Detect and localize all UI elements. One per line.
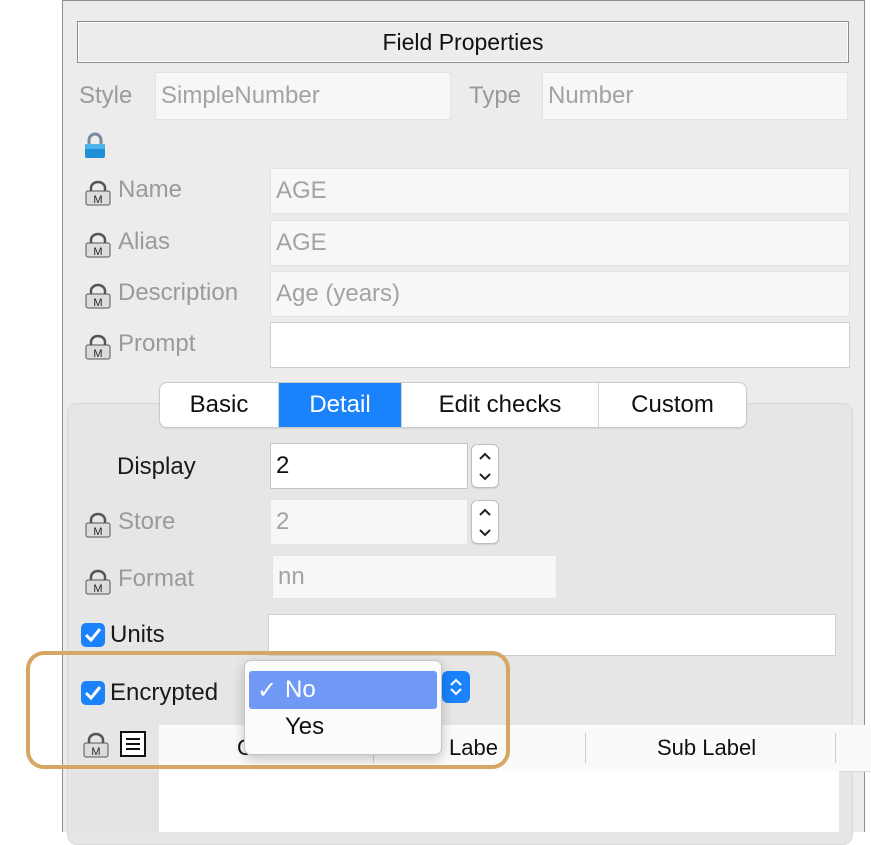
values-table-gutter: [71, 771, 159, 832]
store-stepper[interactable]: [471, 500, 499, 544]
svg-text:M: M: [93, 194, 102, 206]
values-table-body[interactable]: [159, 771, 839, 832]
name-label: Name: [118, 176, 183, 203]
column-separator[interactable]: [835, 733, 836, 763]
column-separator[interactable]: [585, 733, 586, 763]
description-label: Description: [118, 279, 239, 306]
mandatory-lock-icon[interactable]: M: [83, 179, 113, 207]
display-label: Display: [117, 453, 196, 480]
tab-basic[interactable]: Basic: [160, 383, 279, 427]
prompt-label: Prompt: [118, 330, 196, 357]
stepper-down-icon[interactable]: [472, 466, 498, 487]
description-field: Age (years): [270, 271, 850, 317]
prompt-field[interactable]: [270, 322, 850, 368]
name-field: AGE: [270, 168, 850, 214]
style-value: SimpleNumber: [161, 82, 320, 109]
type-label: Type: [469, 82, 522, 109]
mandatory-lock-icon[interactable]: M: [83, 568, 113, 596]
svg-text:M: M: [93, 583, 102, 595]
stepper-up-icon[interactable]: [472, 501, 498, 522]
store-input: 2: [270, 499, 468, 545]
mandatory-lock-icon[interactable]: M: [83, 333, 113, 361]
alias-label: Alias: [118, 228, 171, 255]
stepper-up-icon[interactable]: [472, 445, 498, 466]
svg-text:M: M: [93, 348, 102, 360]
tab-edit-checks[interactable]: Edit checks: [402, 383, 599, 427]
mandatory-lock-icon[interactable]: M: [83, 282, 113, 310]
description-value: Age (years): [276, 280, 401, 307]
name-value: AGE: [276, 177, 327, 204]
units-checkbox[interactable]: [81, 623, 105, 647]
units-label: Units: [110, 621, 165, 648]
alias-field: AGE: [270, 220, 850, 266]
alias-value: AGE: [276, 229, 327, 256]
svg-text:M: M: [93, 297, 102, 309]
display-stepper[interactable]: [471, 444, 499, 488]
tab-detail[interactable]: Detail: [279, 383, 402, 427]
svg-text:M: M: [93, 526, 102, 538]
tab-bar: Basic Detail Edit checks Custom: [159, 382, 747, 428]
type-value: Number: [548, 82, 634, 109]
type-field: Number: [542, 72, 848, 120]
store-value: 2: [276, 508, 290, 535]
display-input[interactable]: 2: [270, 443, 468, 489]
column-header-sub-label[interactable]: Sub Label: [657, 725, 756, 771]
lock-icon[interactable]: [83, 132, 107, 160]
format-input: nn: [272, 555, 557, 599]
format-label: Format: [118, 565, 195, 592]
mandatory-lock-icon[interactable]: M: [83, 511, 113, 539]
format-value: nn: [278, 563, 305, 590]
display-value: 2: [276, 452, 290, 479]
style-field: SimpleNumber: [155, 72, 451, 120]
units-input[interactable]: [268, 614, 836, 656]
window-title: Field Properties: [77, 21, 849, 63]
svg-text:M: M: [93, 246, 102, 258]
stepper-down-icon[interactable]: [472, 522, 498, 543]
tab-custom[interactable]: Custom: [599, 383, 746, 427]
highlight-annotation: [26, 651, 510, 769]
store-label: Store: [118, 508, 176, 535]
mandatory-lock-icon[interactable]: M: [83, 231, 113, 259]
style-label: Style: [79, 82, 133, 109]
